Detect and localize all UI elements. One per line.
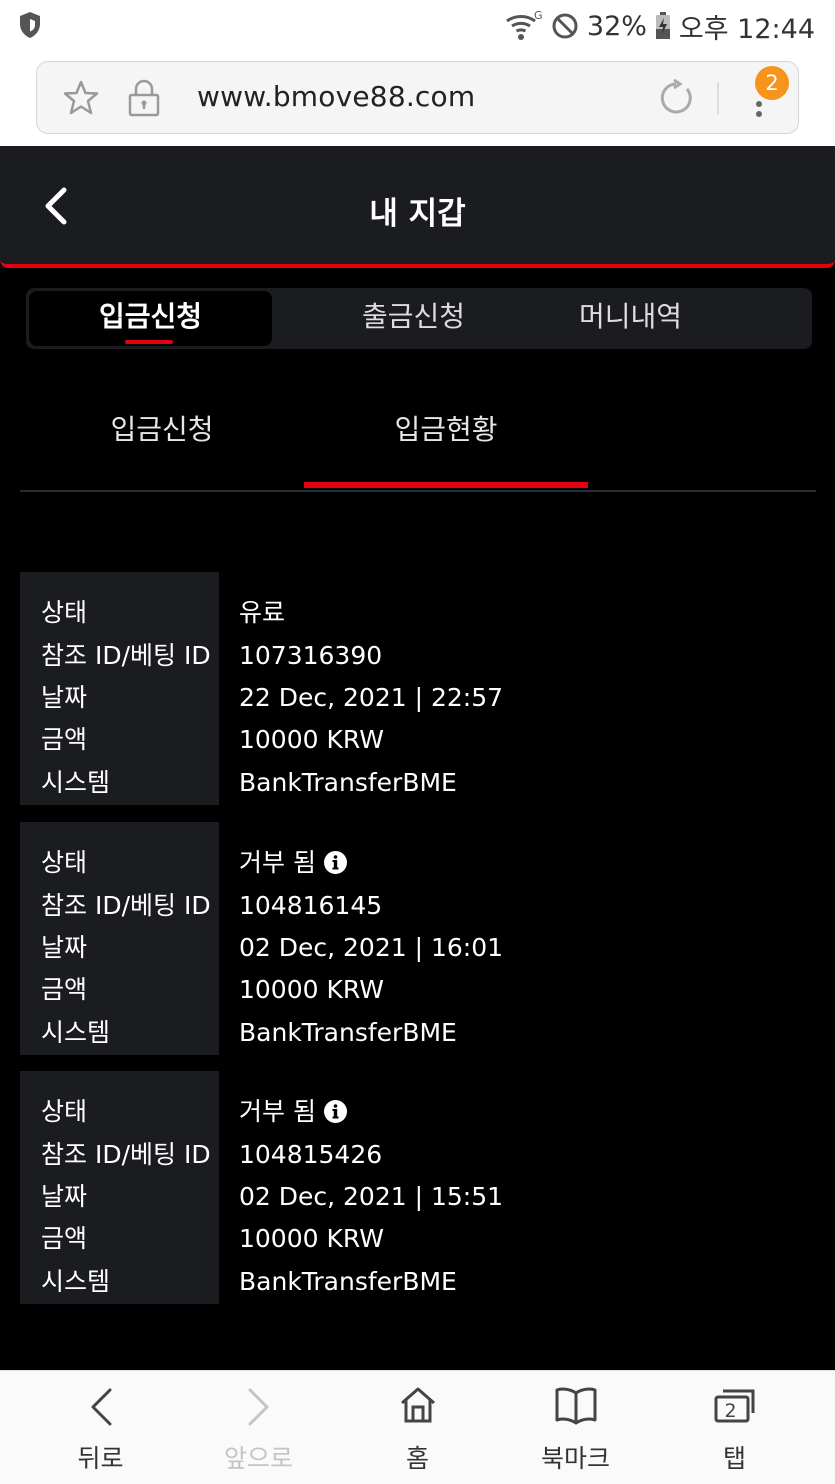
value-system: BankTransferBME — [239, 1018, 457, 1047]
battery-percent: 32% — [586, 10, 647, 42]
active-tab-indicator — [125, 340, 173, 344]
info-icon[interactable] — [323, 1100, 347, 1123]
nav-label: 홈 — [405, 1444, 429, 1473]
deposit-record: 상태 참조 ID/베팅 ID 날짜 금액 시스템 거부 됨 104816145 … — [20, 822, 816, 1055]
wifi-icon: G — [506, 9, 543, 40]
tab-count: 2 — [724, 1400, 737, 1422]
forward-arrow-icon — [248, 1388, 268, 1426]
value-ref-id: 104815426 — [239, 1140, 383, 1169]
label-amount: 금액 — [41, 725, 88, 754]
label-status: 상태 — [41, 598, 88, 627]
do-not-disturb-icon — [552, 13, 578, 39]
shield-icon — [20, 12, 40, 38]
main-tab-bar: 입금신청 출금신청 머니내역 — [26, 288, 812, 349]
browser-toolbar: www.bmove88.com 2 — [0, 52, 835, 146]
label-system: 시스템 — [41, 1267, 111, 1296]
value-date: 02 Dec, 2021 | 15:51 — [239, 1182, 504, 1211]
menu-notification-badge: 2 — [755, 66, 789, 100]
browser-bottom-nav: 뒤로 앞으로 홈 북마크 2 탭 — [0, 1370, 835, 1484]
label-system: 시스템 — [41, 1018, 111, 1047]
label-ref-id: 참조 ID/베팅 ID — [41, 641, 211, 670]
subtab-deposit-request[interactable]: 입금신청 — [20, 408, 304, 448]
svg-text:G: G — [534, 9, 543, 22]
nav-label: 앞으로 — [223, 1444, 293, 1473]
value-date: 02 Dec, 2021 | 16:01 — [239, 933, 504, 962]
bookmark-book-icon — [555, 1387, 596, 1425]
deposit-record: 상태 참조 ID/베팅 ID 날짜 금액 시스템 유료 107316390 22… — [20, 572, 816, 805]
value-ref-id: 104816145 — [239, 891, 383, 920]
clock: 오후 12:44 — [678, 13, 815, 45]
status-text: 거부 됨 — [239, 848, 316, 877]
tab-label: 머니내역 — [578, 300, 683, 333]
home-icon — [400, 1387, 435, 1423]
page-title: 내 지갑 — [369, 196, 466, 232]
subtab-label: 입금신청 — [110, 413, 214, 446]
sub-tab-bar: 입금신청 입금현황 — [20, 390, 816, 492]
tab-deposit-request[interactable]: 입금신청 — [29, 291, 272, 346]
value-status: 유료 — [239, 598, 286, 627]
bookmark-star-icon[interactable] — [63, 80, 99, 116]
value-amount: 10000 KRW — [239, 1224, 384, 1253]
info-icon[interactable] — [323, 851, 347, 874]
nav-label: 뒤로 — [77, 1444, 124, 1473]
deposit-record: 상태 참조 ID/베팅 ID 날짜 금액 시스템 거부 됨 104815426 … — [20, 1071, 816, 1304]
tab-money-history[interactable]: 머니내역 — [508, 288, 753, 349]
nav-bookmarks-button[interactable]: 북마크 — [492, 1371, 659, 1484]
value-amount: 10000 KRW — [239, 975, 384, 1004]
label-date: 날짜 — [41, 933, 88, 962]
app-header: 내 지갑 — [0, 146, 835, 268]
nav-back-button[interactable]: 뒤로 — [17, 1371, 184, 1484]
label-amount: 금액 — [41, 1224, 88, 1253]
label-ref-id: 참조 ID/베팅 ID — [41, 891, 211, 920]
back-arrow-icon — [91, 1388, 111, 1426]
label-date: 날짜 — [41, 1182, 88, 1211]
status-text: 거부 됨 — [239, 1097, 316, 1126]
tab-withdraw-request[interactable]: 출금신청 — [291, 288, 536, 349]
value-status: 거부 됨 — [239, 845, 347, 881]
label-amount: 금액 — [41, 975, 88, 1004]
active-subtab-indicator — [304, 482, 588, 488]
label-system: 시스템 — [41, 768, 111, 797]
tab-label: 입금신청 — [98, 300, 203, 333]
toolbar-divider — [717, 82, 719, 114]
value-status: 거부 됨 — [239, 1094, 347, 1130]
nav-label: 북마크 — [540, 1444, 610, 1473]
tab-label: 출금신청 — [361, 300, 466, 333]
value-system: BankTransferBME — [239, 1267, 457, 1296]
subtab-label: 입금현황 — [394, 413, 498, 446]
battery-charging-icon — [655, 12, 670, 39]
value-date: 22 Dec, 2021 | 22:57 — [239, 683, 504, 712]
nav-tabs-button[interactable]: 2 탭 — [651, 1371, 818, 1484]
value-system: BankTransferBME — [239, 768, 457, 797]
subtab-deposit-status[interactable]: 입금현황 — [304, 408, 588, 488]
label-date: 날짜 — [41, 683, 88, 712]
nav-forward-button[interactable]: 앞으로 — [175, 1371, 342, 1484]
status-bar: G 32% 오후 12:44 — [0, 0, 835, 52]
reload-icon[interactable] — [657, 79, 695, 117]
value-ref-id: 107316390 — [239, 641, 383, 670]
url-text[interactable]: www.bmove88.com — [197, 80, 475, 113]
nav-home-button[interactable]: 홈 — [334, 1371, 501, 1484]
label-status: 상태 — [41, 1097, 88, 1126]
label-status: 상태 — [41, 848, 88, 877]
value-amount: 10000 KRW — [239, 725, 384, 754]
lock-icon[interactable] — [127, 79, 161, 117]
label-ref-id: 참조 ID/베팅 ID — [41, 1140, 211, 1169]
nav-label: 탭 — [722, 1444, 746, 1473]
address-bar[interactable]: www.bmove88.com 2 — [36, 61, 799, 134]
